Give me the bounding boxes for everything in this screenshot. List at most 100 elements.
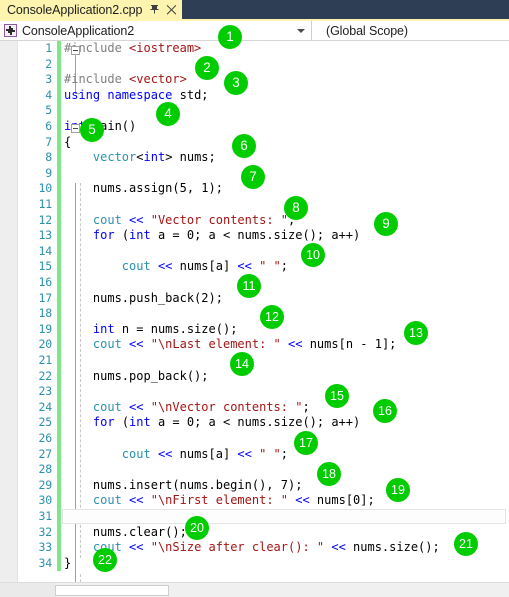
project-node-icon [4,24,17,37]
change-tracking-bar [57,337,61,353]
change-tracking-bar [57,368,61,385]
change-tracking-bar [57,290,61,307]
annotation-badge-15: 15 [325,384,349,408]
annotation-badge-2: 2 [195,56,219,80]
code-line[interactable]: 14 [0,243,509,260]
code-line[interactable]: 29 nums.insert(nums.begin(), 7); [0,477,509,494]
change-tracking-bar [57,462,61,478]
outline-collapse-box-line1[interactable] [71,46,80,55]
code-line-text: #include <iostream> [64,41,202,55]
code-line[interactable]: 11 [0,197,509,213]
code-line[interactable]: 8 vector<int> nums; [0,150,509,166]
annotation-badge-8: 8 [284,196,308,220]
horizontal-scroll-thumb[interactable] [55,585,169,596]
line-number: 18 [38,306,53,321]
line-number: 27 [38,446,53,461]
annotation-badge-13: 13 [404,321,428,345]
chevron-down-icon[interactable] [297,28,305,33]
code-line-text: #include <vector> [64,72,187,87]
change-tracking-bar [57,431,61,447]
line-number: 1 [45,41,52,55]
change-tracking-bar [57,150,61,166]
line-number: 6 [45,119,52,133]
change-tracking-bar [57,509,61,525]
code-line[interactable]: 4 using namespace std; [0,87,509,104]
line-number: 17 [38,290,53,305]
annotation-badge-21: 21 [454,532,478,556]
code-line[interactable]: 33 cout << "\nSize after clear(): " << n… [0,540,509,556]
annotation-badge-17: 17 [294,431,318,455]
code-line[interactable]: 13 for (int a = 0; a < nums.size(); a++) [0,228,509,244]
line-number: 31 [38,509,53,523]
change-tracking-bar [57,134,61,151]
code-line[interactable]: 15 cout << nums[a] << " "; [0,259,509,275]
line-number: 8 [45,150,52,165]
code-line[interactable]: 27 cout << nums[a] << " "; [0,446,509,463]
code-line[interactable]: 34} [0,555,509,572]
change-tracking-bar [57,493,61,509]
code-line[interactable]: 12 cout << "Vector contents: "; [0,212,509,229]
change-tracking-bar [57,384,61,400]
annotation-badge-19: 19 [386,478,410,502]
change-tracking-bar [57,103,61,119]
line-number: 12 [38,212,53,227]
line-number: 10 [38,181,53,196]
pin-icon[interactable] [149,4,160,15]
document-tab-label: ConsoleApplication2.cpp [7,2,143,17]
current-line-highlight [62,509,506,524]
annotation-badge-7: 7 [241,165,265,189]
annotation-badge-4: 4 [156,102,180,126]
member-scope-dropdown[interactable]: (Global Scope) [312,21,509,40]
annotation-badge-6: 6 [232,134,256,158]
code-line-text: cout << nums[a] << " "; [121,446,289,461]
project-scope-dropdown[interactable]: ConsoleApplication2 [0,21,312,40]
line-number: 28 [38,462,53,477]
code-line[interactable]: 30 cout << "\nFirst element: " << nums[0… [0,493,509,509]
member-scope-label: (Global Scope) [326,23,408,38]
change-tracking-bar [57,415,61,431]
outline-collapse-box-line6[interactable] [71,124,80,133]
line-number: 2 [45,56,52,71]
code-line[interactable]: 19 int n = nums.size(); [0,321,509,338]
horizontal-scrollbar[interactable] [0,582,509,597]
line-number: 19 [38,321,53,336]
code-line-text: cout << "\nSize after clear(): " << nums… [92,540,440,555]
code-line[interactable]: 32 nums.clear(); [0,524,509,541]
line-number: 3 [45,72,52,87]
document-tab-strip: ConsoleApplication2.cpp [0,0,509,19]
code-line[interactable]: 21 [0,353,509,369]
code-line[interactable]: 26 [0,431,509,447]
code-line[interactable]: 22 nums.pop_back(); [0,368,509,385]
horizontal-scrollbar-track-left [0,583,55,597]
change-tracking-bar [57,165,61,182]
code-line[interactable]: 3 #include <vector> [0,72,509,88]
code-line[interactable]: 31 [0,509,509,525]
code-line-text: cout << "\nLast element: " << nums[n - 1… [92,337,397,352]
annotation-badge-9: 9 [374,212,398,236]
code-line[interactable]: 24 cout << "\nVector contents: "; [0,399,509,416]
document-tab-consoleapplication2-cpp[interactable]: ConsoleApplication2.cpp [0,0,183,19]
close-icon[interactable] [166,4,177,15]
code-line[interactable]: 20 cout << "\nLast element: " << nums[n … [0,337,509,353]
code-line[interactable]: 25 for (int a = 0; a < nums.size(); a++) [0,415,509,431]
code-line[interactable]: 5 [0,103,509,119]
code-line[interactable]: 18 [0,306,509,322]
code-line-text: using namespace std; [64,87,209,102]
line-number: 4 [45,87,52,102]
code-line[interactable]: 23 [0,384,509,400]
code-line-text: { [64,134,72,149]
code-editor-surface[interactable]: 1 #include <iostream> 2 3 #include <vector> 4… [0,41,509,582]
code-line[interactable]: 28 [0,462,509,478]
annotation-badge-12: 12 [260,305,284,329]
code-line-text: nums.pop_back(); [64,368,209,383]
editor-navigation-bar: ConsoleApplication2 (Global Scope) [0,21,509,41]
code-line-text: nums.assign(5, 1); [64,181,223,196]
line-number: 20 [38,337,53,352]
code-line[interactable]: 2 [0,56,509,73]
code-line-text: cout << nums[a] << " "; [121,259,289,274]
line-number: 30 [38,493,53,508]
line-number: 14 [38,243,53,258]
annotation-badge-22: 22 [93,548,117,572]
line-number: 33 [38,540,53,555]
change-tracking-bar [57,243,61,260]
